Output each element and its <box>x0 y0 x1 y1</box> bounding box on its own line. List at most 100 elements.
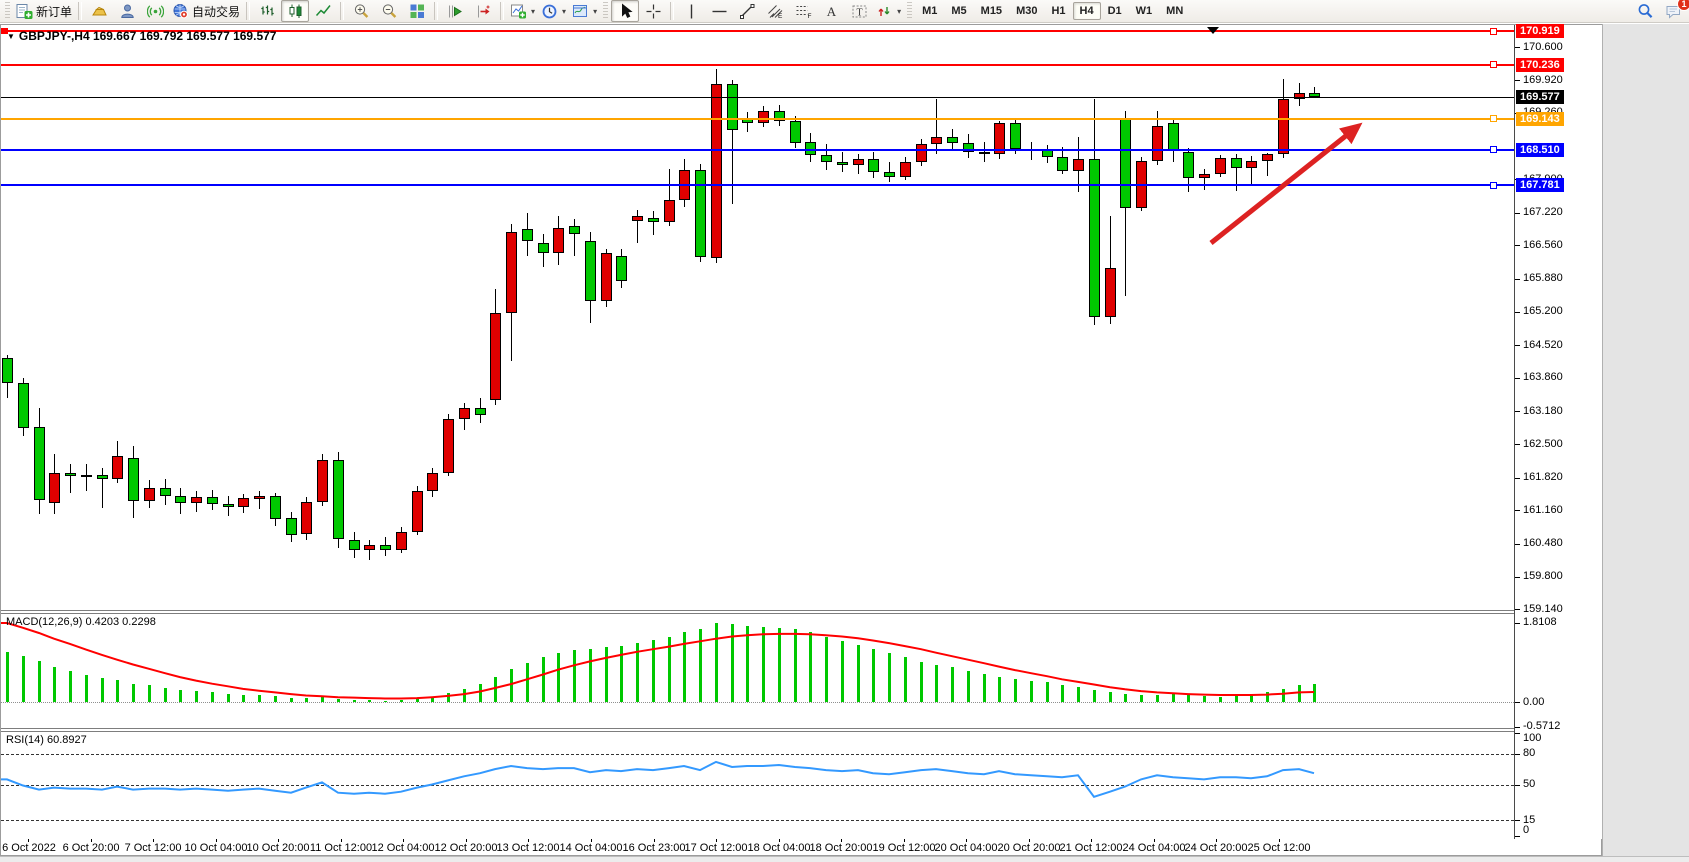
horizontal-level-line[interactable] <box>1 149 1514 151</box>
arrows-button[interactable]: ▾ <box>873 0 904 22</box>
candlestick <box>144 488 155 501</box>
vertical-line-icon <box>683 3 700 20</box>
timeframe-d1[interactable]: D1 <box>1101 2 1129 20</box>
price-tick-mark <box>1515 411 1520 412</box>
price-tick-mark <box>1515 312 1520 313</box>
candle-wick <box>1031 142 1032 160</box>
candlestick <box>821 155 832 162</box>
equidistant-channel-icon: E <box>767 3 784 20</box>
search-button[interactable] <box>1631 0 1659 22</box>
candlestick <box>853 159 864 165</box>
candlestick-button[interactable] <box>281 0 309 22</box>
horizontal-level-line[interactable] <box>1 118 1514 120</box>
price-tick-mark <box>1515 279 1520 280</box>
candlestick <box>1231 158 1242 168</box>
text-label-button[interactable]: T <box>845 0 873 22</box>
new-order-button[interactable]: 新订单 <box>13 0 75 22</box>
equidistant-channel-button[interactable]: E <box>761 0 789 22</box>
candlestick <box>1042 150 1053 157</box>
candlestick <box>868 159 879 172</box>
crosshair-icon <box>645 3 662 20</box>
rsi-axis-label: 0 <box>1523 824 1529 836</box>
zoom-out-button[interactable] <box>375 0 403 22</box>
price-badge: 170.236 <box>1516 58 1564 72</box>
text-button[interactable]: A <box>817 0 845 22</box>
price-tick-label: 165.880 <box>1523 272 1563 284</box>
timeframe-h1[interactable]: H1 <box>1044 2 1072 20</box>
timeframe-m1[interactable]: M1 <box>915 2 944 20</box>
candlestick <box>1199 174 1210 178</box>
symbol-dropdown-icon[interactable]: ▼ <box>7 32 15 41</box>
templates-button[interactable]: ▾ <box>569 0 600 22</box>
candlestick <box>1073 159 1084 171</box>
time-axis[interactable]: 6 Oct 20226 Oct 20:007 Oct 12:0010 Oct 0… <box>1 839 1514 855</box>
timeframe-m5[interactable]: M5 <box>944 2 973 20</box>
line-handle[interactable] <box>1490 115 1497 122</box>
toolbar-separator <box>340 2 344 20</box>
notifications-button[interactable]: 1 <box>1659 0 1687 22</box>
auto-trading-button[interactable]: 自动交易 <box>169 0 243 22</box>
price-axis[interactable]: 170.600169.920169.260167.900167.220166.5… <box>1514 25 1602 839</box>
cursor-button[interactable] <box>611 0 639 22</box>
timeframe-m30[interactable]: M30 <box>1009 2 1044 20</box>
search-icon <box>1637 3 1654 20</box>
macd-pane[interactable]: MACD(12,26,9) 0.4203 0.2298 <box>1 614 1514 728</box>
trader-community-button[interactable] <box>113 0 141 22</box>
timeframe-w1[interactable]: W1 <box>1129 2 1160 20</box>
candlestick <box>97 475 108 479</box>
periods-button[interactable]: ▾ <box>538 0 569 22</box>
time-tick-label: 12 Oct 04:00 <box>372 842 435 854</box>
chart-shift-button[interactable] <box>469 0 497 22</box>
candlestick <box>270 496 281 519</box>
candlestick <box>412 491 423 532</box>
chart-title-text: GBPJPY-,H4 169.667 169.792 169.577 169.5… <box>19 29 277 43</box>
main-chart-pane[interactable]: ▼ GBPJPY-,H4 169.667 169.792 169.577 169… <box>1 27 1514 609</box>
price-tick-label: 166.560 <box>1523 239 1563 251</box>
candlestick <box>333 460 344 539</box>
line-handle[interactable] <box>1490 28 1497 35</box>
auto-scroll-button[interactable] <box>441 0 469 22</box>
tile-windows-button[interactable] <box>403 0 431 22</box>
fibonacci-button[interactable]: F <box>789 0 817 22</box>
candlestick <box>223 504 234 507</box>
horizontal-line-icon <box>711 3 728 20</box>
trendline-button[interactable] <box>733 0 761 22</box>
horizontal-line-button[interactable] <box>705 0 733 22</box>
line-handle[interactable] <box>1490 146 1497 153</box>
macd-axis-label: 1.8108 <box>1523 616 1557 628</box>
application-window: 新订单自动交易▾▾▾EFAT▾M1M5M15M30H1H4D1W1MN1 ▼ G… <box>0 0 1689 862</box>
zoom-in-button[interactable] <box>347 0 375 22</box>
signals-button[interactable] <box>141 0 169 22</box>
vertical-line-button[interactable] <box>677 0 705 22</box>
candlestick <box>727 84 738 130</box>
market-gold-button[interactable] <box>85 0 113 22</box>
time-tick-label: 12 Oct 20:00 <box>435 842 498 854</box>
price-tick-label: 165.200 <box>1523 305 1563 317</box>
candlestick <box>490 313 501 400</box>
candlestick <box>1183 152 1194 178</box>
toolbar-separator <box>78 2 82 20</box>
crosshair-button[interactable] <box>639 0 667 22</box>
toolbar-grip <box>603 2 608 20</box>
rsi-line <box>1 732 1514 839</box>
rsi-pane[interactable]: RSI(14) 60.8927 <box>1 732 1514 839</box>
timeframe-mn[interactable]: MN <box>1159 2 1190 20</box>
candlestick <box>34 427 45 500</box>
bar-chart-button[interactable] <box>253 0 281 22</box>
line-handle[interactable] <box>1490 61 1497 68</box>
chart-window: ▼ GBPJPY-,H4 169.667 169.792 169.577 169… <box>0 24 1602 856</box>
timeframe-m15[interactable]: M15 <box>974 2 1009 20</box>
svg-text:F: F <box>807 13 811 20</box>
candlestick <box>65 473 76 476</box>
timeframe-h4[interactable]: H4 <box>1073 2 1101 20</box>
candlestick <box>884 172 895 177</box>
line-handle[interactable] <box>1490 182 1497 189</box>
indicators-button[interactable]: ▾ <box>507 0 538 22</box>
rsi-axis-tick <box>1515 754 1520 755</box>
horizontal-level-line[interactable] <box>1 64 1514 66</box>
candlestick <box>49 473 60 503</box>
line-chart-button[interactable] <box>309 0 337 22</box>
horizontal-level-line[interactable] <box>1 184 1514 186</box>
time-tick-label: 17 Oct 12:00 <box>685 842 748 854</box>
gold-ingot-icon <box>91 3 108 20</box>
